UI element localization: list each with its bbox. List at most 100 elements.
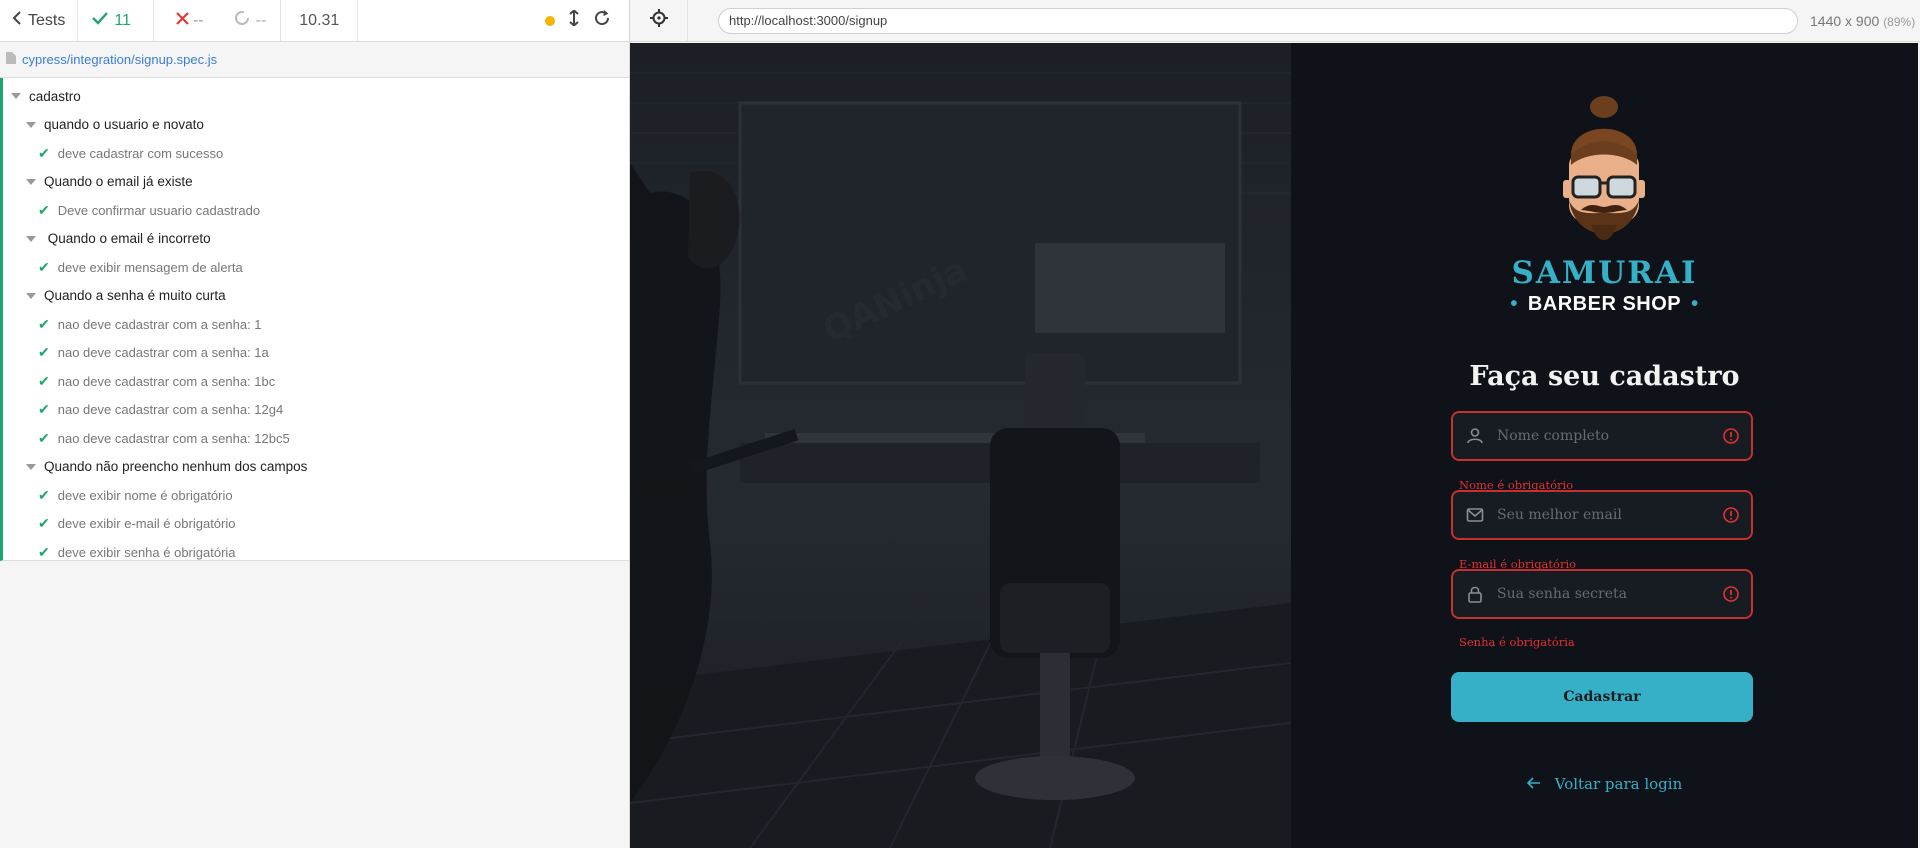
suite-row[interactable]: Quando o email é incorreto: [3, 225, 629, 254]
reload-icon[interactable]: [593, 9, 611, 32]
suite-row[interactable]: Quando a senha é muito curta: [3, 282, 629, 311]
submit-button[interactable]: Cadastrar: [1451, 672, 1753, 722]
email-field[interactable]: Seu melhor email: [1451, 490, 1753, 540]
selector-playground-button[interactable]: [630, 0, 688, 41]
mail-icon: [1453, 507, 1497, 523]
brand-subtitle-text: BARBER SHOP: [1527, 293, 1682, 315]
test-row[interactable]: ✔ nao deve cadastrar com a senha: 1: [3, 310, 629, 339]
test-label: deve exibir nome é obrigatório: [57, 487, 233, 503]
back-to-login-link[interactable]: Voltar para login: [1291, 775, 1918, 793]
check-icon: [92, 11, 109, 30]
signup-form-area: SAMURAI • BARBER SHOP • Faça seu cadastro …: [1291, 43, 1918, 848]
cypress-runner-panel: Tests 11 -- -- 10.31 cypress/integration…: [0, 0, 630, 848]
brand-subtitle: • BARBER SHOP •: [1291, 293, 1918, 316]
test-row[interactable]: ✔ nao deve cadastrar com a senha: 12bc5: [3, 424, 629, 453]
user-icon: [1453, 427, 1497, 445]
suite-label: Quando a senha é muito curta: [44, 288, 226, 304]
check-icon: ✔: [38, 543, 50, 560]
samurai-barber-logo: [1541, 95, 1668, 255]
check-icon: ✔: [38, 429, 50, 446]
email-input[interactable]: Seu melhor email: [1497, 507, 1711, 523]
lock-icon: [1453, 585, 1497, 603]
aut-browser-bar: http://localhost:3000/signup 1440 x 900 …: [630, 0, 1920, 42]
test-label: nao deve cadastrar com a senha: 1a: [57, 345, 269, 361]
check-icon: ✔: [38, 515, 50, 532]
chevron-left-icon: [12, 11, 22, 30]
failed-count: --: [154, 0, 226, 41]
test-label: deve exibir mensagem de alerta: [57, 259, 243, 275]
autoscroll-icon[interactable]: [569, 9, 579, 31]
name-input[interactable]: Nome completo: [1497, 428, 1711, 444]
suite-label: cadastro: [29, 88, 81, 104]
test-tree: cadastro quando o usuario e novato ✔ deve c…: [0, 78, 629, 561]
test-label: deve cadastrar com sucesso: [57, 145, 224, 161]
passed-value: 11: [114, 11, 131, 29]
alert-circle-icon: [1711, 427, 1751, 445]
suite-label: Quando não preencho nenhum dos campos: [44, 459, 308, 475]
brand-title: SAMURAI: [1511, 255, 1698, 291]
pending-circle-icon: [234, 10, 250, 31]
back-to-login-label[interactable]: Voltar para login: [1555, 775, 1683, 793]
suite-row[interactable]: Quando não preencho nenhum dos campos: [3, 453, 629, 482]
running-indicator-dot: [545, 15, 555, 26]
alert-circle-icon: [1711, 506, 1751, 524]
check-icon: ✔: [38, 372, 50, 389]
barbershop-background-photo: QANinja: [630, 43, 1292, 848]
spec-file-bar[interactable]: cypress/integration/signup.spec.js: [0, 42, 629, 78]
bullet-dot: •: [1691, 293, 1699, 315]
suite-label: quando o usuario e novato: [44, 117, 204, 133]
x-icon: [176, 11, 189, 30]
check-icon: ✔: [38, 401, 50, 418]
back-label: Tests: [28, 11, 66, 29]
caret-down-icon: [11, 93, 21, 100]
check-icon: ✔: [38, 486, 50, 503]
test-row[interactable]: ✔ nao deve cadastrar com a senha: 1a: [3, 339, 629, 368]
test-row[interactable]: ✔ Deve confirmar usuario cadastrado: [3, 196, 629, 225]
test-row[interactable]: ✔ nao deve cadastrar com a senha: 12g4: [3, 396, 629, 425]
viewport-size: 1440 x 900: [1810, 12, 1880, 29]
url-bar[interactable]: http://localhost:3000/signup: [718, 7, 1798, 34]
test-label: deve exibir senha é obrigatória: [57, 544, 236, 560]
check-icon: ✔: [38, 258, 50, 275]
suite-row[interactable]: quando o usuario e novato: [3, 111, 629, 140]
suite-label: Quando o email já existe: [44, 174, 193, 190]
back-to-tests-button[interactable]: Tests: [0, 0, 79, 41]
test-label: nao deve cadastrar com a senha: 1bc: [57, 373, 276, 389]
test-row[interactable]: ✔ deve exibir senha é obrigatória: [3, 538, 629, 567]
caret-down-icon: [26, 235, 36, 242]
form-title: Faça seu cadastro: [1469, 361, 1740, 392]
password-error-message: Senha é obrigatória: [1459, 635, 1575, 649]
suite-row[interactable]: Quando o email já existe: [3, 168, 629, 197]
caret-down-icon: [26, 178, 36, 185]
test-row[interactable]: ✔ nao deve cadastrar com a senha: 1bc: [3, 367, 629, 396]
suite-label: Quando o email é incorreto: [44, 231, 211, 247]
test-row[interactable]: ✔ deve cadastrar com sucesso: [3, 139, 629, 168]
test-label: nao deve cadastrar com a senha: 12bc5: [57, 430, 290, 446]
crosshair-icon: [649, 9, 668, 32]
test-row[interactable]: ✔ deve exibir e-mail é obrigatório: [3, 510, 629, 539]
check-icon: ✔: [38, 344, 50, 361]
runner-header: Tests 11 -- -- 10.31: [0, 0, 629, 42]
caret-down-icon: [26, 463, 36, 470]
duration: 10.31: [281, 0, 359, 41]
password-field[interactable]: Sua senha secreta: [1451, 569, 1753, 619]
test-label: nao deve cadastrar com a senha: 12g4: [57, 402, 284, 418]
app-under-test: QANinja SAMURAI • BARBER SHOP • Faça seu…: [630, 43, 1918, 848]
viewport-zoom: (89%): [1883, 14, 1916, 29]
test-row[interactable]: ✔ deve exibir mensagem de alerta: [3, 253, 629, 282]
name-field[interactable]: Nome completo: [1451, 411, 1753, 461]
check-icon: ✔: [38, 315, 50, 332]
test-row[interactable]: ✔ deve exibir nome é obrigatório: [3, 481, 629, 510]
check-icon: ✔: [38, 201, 50, 218]
spec-file-path[interactable]: cypress/integration/signup.spec.js: [22, 52, 217, 67]
pending-value: --: [255, 11, 267, 29]
viewport-info: 1440 x 900 (89%): [1810, 13, 1915, 29]
failed-value: --: [192, 11, 204, 29]
pending-count: --: [226, 0, 282, 41]
caret-down-icon: [26, 121, 36, 128]
suite-row[interactable]: cadastro: [3, 82, 629, 111]
bullet-dot: •: [1510, 293, 1518, 315]
passed-count: 11: [78, 0, 154, 41]
file-icon: [6, 52, 16, 67]
password-input[interactable]: Sua senha secreta: [1497, 586, 1711, 602]
